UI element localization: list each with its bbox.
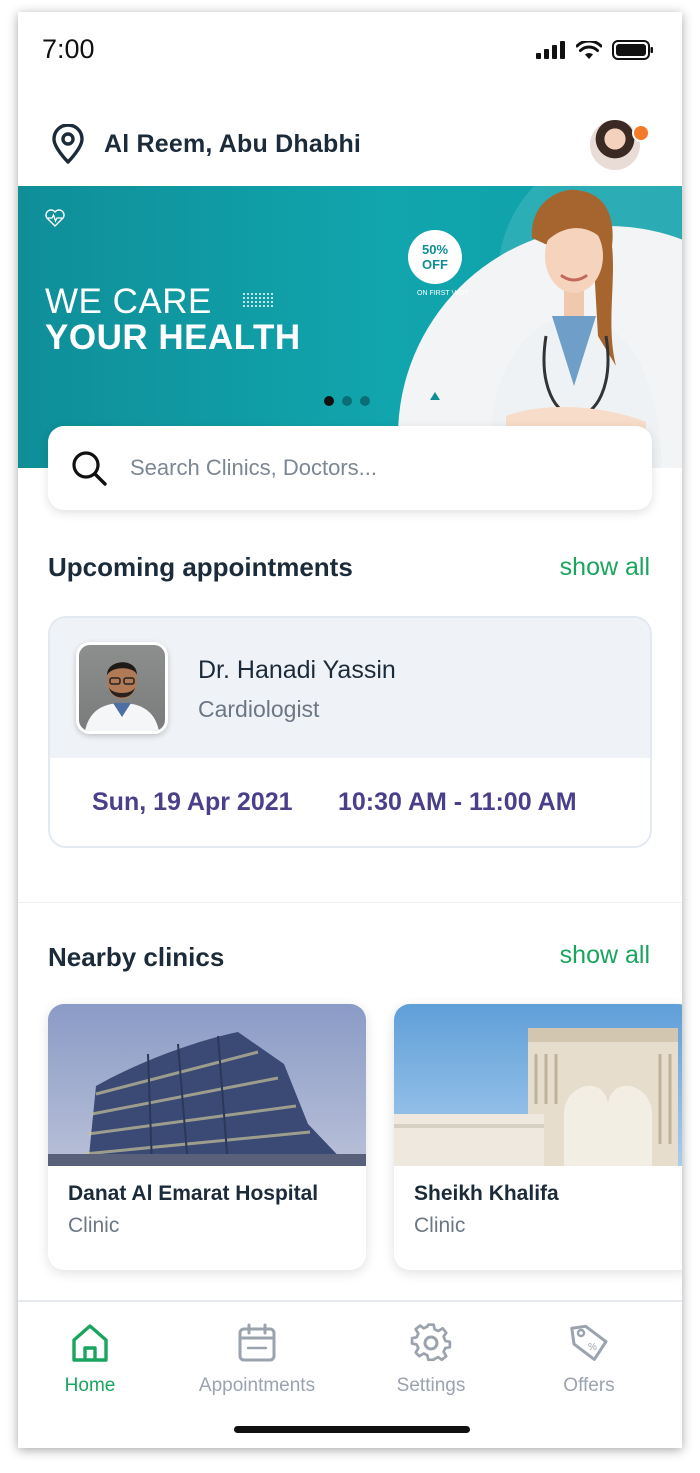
clinics-heading: Nearby clinics: [48, 942, 225, 972]
appointments-heading: Upcoming appointments: [48, 552, 353, 582]
heartbeat-icon: [45, 209, 65, 227]
clinic-image: [394, 1004, 682, 1166]
tag-icon: %: [570, 1324, 608, 1361]
tab-settings-label: Settings: [396, 1375, 466, 1396]
carousel-indicator[interactable]: [324, 396, 370, 406]
clinic-name: Sheikh Khalifa: [414, 1182, 559, 1205]
clinic-type: Clinic: [68, 1214, 120, 1237]
clinic-type: Clinic: [414, 1214, 466, 1237]
banner-headline-line2: YOUR HEALTH: [45, 318, 301, 357]
status-icons: [536, 40, 654, 60]
tab-home-label: Home: [64, 1375, 116, 1396]
doctor-photo: [76, 642, 168, 734]
tab-appointments-label: Appointments: [198, 1375, 316, 1396]
status-time: 7:00: [42, 34, 95, 64]
offer-badge: 50% OFF: [408, 230, 462, 284]
hospital-building-image: [48, 1004, 366, 1166]
tab-offers-label: Offers: [563, 1375, 615, 1396]
tab-appointments[interactable]: Appointments: [182, 1322, 332, 1397]
search-input[interactable]: [130, 455, 610, 481]
appointment-time: 10:30 AM - 11:00 AM: [338, 788, 577, 816]
location-selector[interactable]: Al Reem, Abu Dhabhi: [50, 124, 361, 164]
tab-offers[interactable]: % Offers: [514, 1322, 664, 1397]
clinics-show-all-link[interactable]: show all: [560, 941, 650, 970]
doctor-specialty: Cardiologist: [198, 696, 320, 722]
calendar-icon: [238, 1323, 276, 1362]
offer-percent: 50%: [421, 242, 449, 257]
tab-home[interactable]: Home: [18, 1322, 165, 1397]
appointments-show-all-link[interactable]: show all: [560, 553, 650, 582]
location-label: Al Reem, Abu Dhabhi: [104, 129, 362, 158]
notification-dot: [632, 124, 650, 142]
section-divider: [18, 902, 682, 903]
banner-decoration: [430, 392, 440, 400]
offer-word: OFF: [422, 257, 448, 272]
clinic-card[interactable]: Sheikh Khalifa Clinic: [394, 1004, 682, 1270]
clinic-image: [48, 1004, 366, 1166]
gear-icon: [410, 1323, 452, 1362]
appointment-date: Sun, 19 Apr 2021: [92, 788, 293, 816]
battery-icon: [612, 40, 653, 60]
phone-screen: 7:00 Al Reem, Abu Dhabhi WE CARE YOUR HE…: [18, 12, 682, 1448]
search-icon: [72, 451, 107, 486]
tab-settings[interactable]: Settings: [356, 1322, 506, 1397]
wifi-icon: [576, 40, 602, 59]
doctor-name: Dr. Hanadi Yassin: [198, 656, 396, 684]
search-bar[interactable]: [48, 426, 652, 510]
location-pin-icon: [52, 124, 84, 164]
clinic-name: Danat Al Emarat Hospital: [68, 1182, 319, 1205]
carousel-dot-2[interactable]: [342, 396, 352, 406]
carousel-dot-3[interactable]: [360, 396, 370, 406]
banner-headline-line1: WE CARE: [45, 282, 212, 321]
signal-icon: [536, 41, 565, 59]
hospital-building-image: [394, 1004, 682, 1166]
carousel-dot-1[interactable]: [324, 396, 334, 406]
home-icon: [72, 1324, 108, 1362]
appointment-card[interactable]: Dr. Hanadi Yassin Cardiologist Sun, 19 A…: [48, 616, 652, 848]
dot-pattern: [242, 292, 274, 308]
doctor-photo-image: [85, 662, 159, 731]
clinic-card[interactable]: Danat Al Emarat Hospital Clinic: [48, 1004, 366, 1270]
home-indicator: [234, 1426, 470, 1433]
svg-text:%: %: [588, 1342, 597, 1353]
